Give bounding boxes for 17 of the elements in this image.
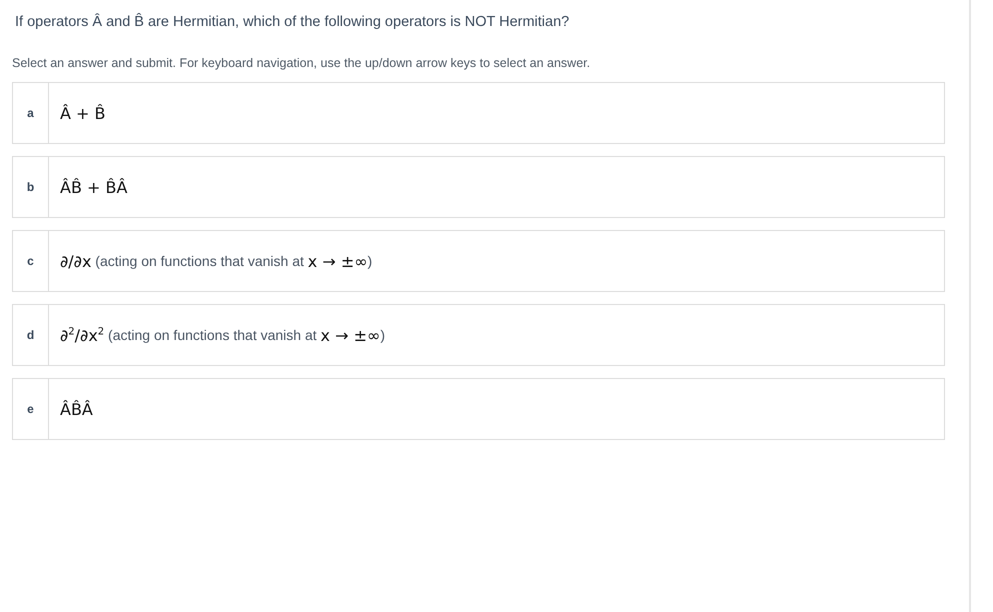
answer-option[interactable]: c ∂/∂x (acting on functions that vanish at x → ±∞) <box>12 230 945 292</box>
answer-option[interactable]: b ÂB̂ + B̂Â <box>12 156 945 218</box>
answer-option[interactable]: d ∂$^{2}$/∂x$^{2}$ (acting on functions that vanish at x → ±∞) <box>12 304 945 366</box>
option-letter: d <box>13 305 49 365</box>
answer-option[interactable]: a Â + B̂ <box>12 82 945 144</box>
option-letter: b <box>13 157 49 217</box>
option-letter: a <box>13 83 49 143</box>
answer-text: ÂB̂Â <box>59 398 93 420</box>
answer-text: ÂB̂ + B̂Â <box>59 176 128 198</box>
instructions-text: Select an answer and submit. For keyboard navigation, use the up/down arrow keys to select an answer. <box>12 55 592 72</box>
answer-text: ∂/∂x (acting on functions that vanish at x → ±∞) <box>59 250 372 272</box>
answer-text: Â + B̂ <box>59 102 106 124</box>
answer-option[interactable]: e ÂB̂Â <box>12 378 945 440</box>
answer-text: ∂$^{2}$/∂x$^{2}$ (acting on functions that vanish at x → ±∞) <box>59 324 385 346</box>
question-text: If operators Â and B̂ are Hermitian, which of the following operators is NOT Hermitian? <box>14 12 570 32</box>
option-letter: e <box>13 379 49 439</box>
option-letter: c <box>13 231 49 291</box>
